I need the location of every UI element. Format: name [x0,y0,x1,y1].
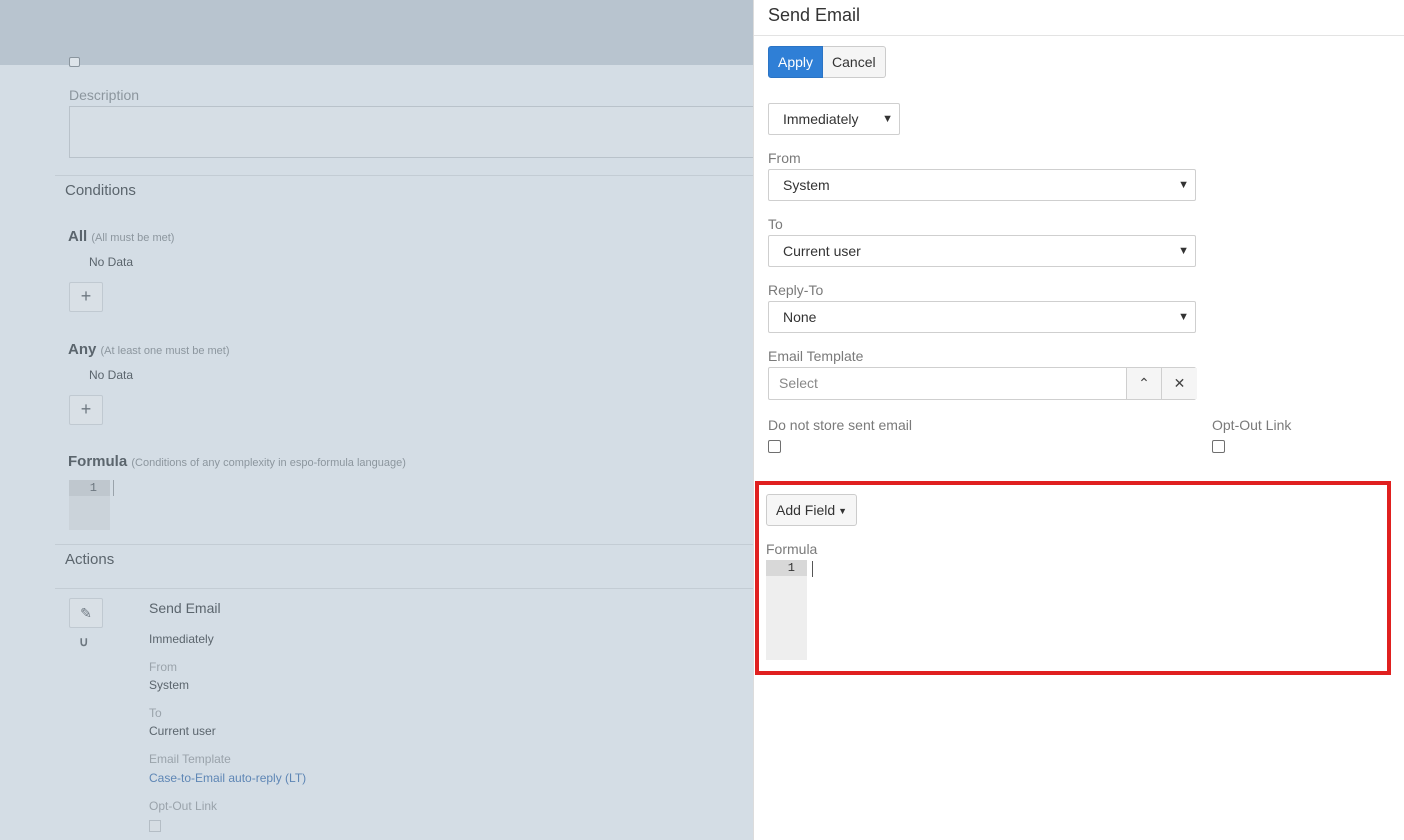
description-textarea [69,106,759,158]
email-template-label: Email Template [768,348,864,364]
action-from-label: From [149,660,177,674]
to-label: To [768,216,783,232]
divider [55,175,755,176]
chevron-down-icon: ▼ [1178,179,1189,191]
to-select[interactable]: Current user ▼ [768,235,1196,267]
conditions-all-empty: No Data [89,255,134,269]
reply-to-select[interactable]: None ▼ [768,301,1196,333]
conditions-title: Conditions [65,182,136,199]
caret-down-icon: ▼ [838,506,848,517]
divider [55,544,755,545]
execution-time-select[interactable]: Immediately ▼ [768,103,900,135]
add-condition-all-button: + [69,282,103,312]
action-optout-label: Opt-Out Link [149,799,218,813]
conditions-any-heading: Any (At least one must be met) [68,341,230,358]
divider [55,588,755,589]
cancel-button[interactable]: Cancel [823,46,886,78]
reply-to-label: Reply-To [768,282,824,298]
opt-out-label: Opt-Out Link [1212,417,1292,433]
add-field-button[interactable]: Add Field ▼ [766,494,858,526]
apply-button[interactable]: Apply [768,46,824,78]
chevron-up-icon: ⌃ [1138,375,1150,391]
action-template-label: Email Template [149,752,231,766]
close-icon: ✕ [1173,375,1186,391]
chevron-down-icon: ▼ [1178,311,1189,323]
formula-line-number: 1 [69,480,110,496]
action-to-value: Current user [149,724,216,738]
description-label: Description [69,87,140,103]
pencil-icon: ✎ [80,605,92,621]
action-from-value: System [149,678,190,692]
send-email-panel: Send Email Apply Cancel Immediately ▼ Fr… [753,0,1404,840]
select-template-button[interactable]: ⌃ [1127,368,1162,399]
from-select[interactable]: System ▼ [768,169,1196,201]
panel-title: Send Email [768,5,861,25]
from-label: From [768,150,801,166]
conditions-any-empty: No Data [89,368,134,382]
email-template-field: Select ⌃ ✕ [768,367,1197,400]
opt-out-checkbox[interactable] [1212,440,1225,453]
action-to-label: To [149,706,162,720]
actions-title: Actions [65,551,115,568]
magnet-icon: ∪ [79,634,89,649]
formula-cursor [113,480,114,496]
text-cursor [812,561,813,577]
add-condition-any-button: + [69,395,103,425]
workflow-background: Description Conditions All (All must be … [0,0,759,840]
action-when: Immediately [149,632,214,646]
formula-line-number: 1 [766,560,807,576]
do-not-store-label: Do not store sent email [768,417,912,433]
panel-buttons: Apply Cancel [768,46,886,78]
action-title: Send Email [149,600,221,616]
chevron-down-icon: ▼ [882,113,893,125]
panel-header: Send Email [754,0,1404,36]
background-checkbox [69,57,80,67]
conditions-formula-heading: Formula (Conditions of any complexity in… [68,453,406,470]
action-template-link: Case-to-Email auto-reply (LT) [149,771,307,785]
email-template-input[interactable]: Select [769,368,1127,399]
formula-editor[interactable] [807,560,1385,660]
clear-template-button[interactable]: ✕ [1162,368,1197,399]
conditions-all-heading: All (All must be met) [68,228,175,245]
chevron-down-icon: ▼ [1178,245,1189,257]
do-not-store-checkbox[interactable] [768,440,781,453]
edit-action-button: ✎ [69,598,103,628]
action-optout-checkbox [149,820,161,832]
formula-label: Formula [766,541,818,557]
